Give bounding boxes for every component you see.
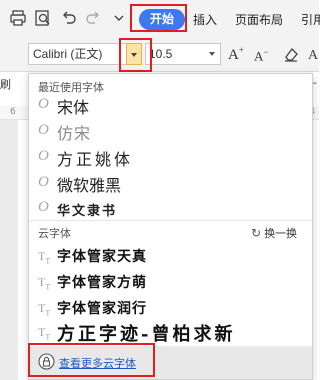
- font-item-label: 方正姚体: [57, 150, 134, 169]
- highlight-box-font-dropdown: [119, 38, 152, 72]
- quick-access-dropdown-icon[interactable]: [110, 9, 128, 27]
- highlight-box-more-fonts: [28, 343, 155, 377]
- font-item-recent[interactable]: O 方正姚体: [29, 145, 312, 169]
- tab-references[interactable]: 引用: [301, 11, 320, 28]
- font-item-label: 仿宋: [57, 124, 92, 143]
- shrink-font-icon: A: [254, 48, 264, 64]
- redo-icon[interactable]: [84, 9, 102, 27]
- font-size-value: 10.5: [149, 47, 173, 61]
- menu-bar: 开始 插入 页面布局 引用: [0, 0, 320, 36]
- font-item-label: 字体管家天真: [57, 249, 147, 265]
- font-item-recent[interactable]: O 微软雅黑: [29, 171, 312, 195]
- shrink-font-button[interactable]: A−: [254, 47, 268, 64]
- font-name-field[interactable]: Calibri (正文): [28, 43, 127, 65]
- opentype-font-icon: O: [38, 199, 49, 215]
- section-divider: [29, 220, 312, 221]
- print-icon[interactable]: [9, 9, 27, 27]
- tab-insert[interactable]: 插入: [193, 11, 217, 28]
- format-painter-label[interactable]: 刷: [0, 76, 11, 92]
- opentype-font-icon: O: [38, 174, 49, 190]
- tab-page-layout[interactable]: 页面布局: [235, 11, 283, 28]
- font-item-recent[interactable]: O 宋体: [29, 93, 312, 117]
- refresh-label: 换一换: [264, 227, 298, 240]
- ruler-mark: 6: [10, 107, 16, 117]
- truetype-font-icon: TT: [38, 249, 51, 266]
- truetype-font-icon: TT: [38, 301, 51, 318]
- undo-icon[interactable]: [60, 9, 78, 27]
- truetype-font-icon: TT: [38, 275, 51, 292]
- font-item-label: 华文隶书: [57, 204, 118, 219]
- font-item-label: 宋体: [57, 98, 90, 117]
- text-style-icon[interactable]: A: [305, 45, 319, 63]
- chevron-down-icon: [209, 52, 215, 56]
- highlight-box-home-tab: [130, 4, 187, 32]
- grow-font-plus: +: [238, 45, 244, 55]
- font-item-cloud[interactable]: TT 字体管家润行: [29, 296, 312, 320]
- font-item-cloud[interactable]: TT 字体管家方萌: [29, 270, 312, 294]
- print-preview-icon[interactable]: [34, 9, 52, 27]
- opentype-font-icon: O: [38, 122, 49, 138]
- svg-text:A: A: [308, 48, 319, 63]
- font-item-label: 字体管家方萌: [57, 275, 147, 291]
- font-item-recent[interactable]: O 华文隶书: [29, 196, 312, 220]
- cloud-fonts-heading: 云字体: [38, 227, 71, 240]
- font-item-label: 微软雅黑: [57, 176, 122, 195]
- opentype-font-icon: O: [38, 148, 49, 164]
- clear-formatting-icon[interactable]: [282, 45, 300, 63]
- grow-font-icon: A: [228, 47, 239, 63]
- truetype-font-icon: TT: [38, 325, 51, 342]
- formatting-toolbar: Calibri (正文) 10.5 A+ A− A: [0, 36, 319, 72]
- font-item-cloud[interactable]: TT 方正字迹-曾柏求新: [29, 320, 312, 345]
- shrink-font-minus: −: [263, 47, 269, 57]
- font-item-recent[interactable]: O 仿宋: [29, 119, 312, 143]
- font-dropdown-panel: 最近使用字体 O 宋体 O 仿宋 O 方正姚体 O 微软雅黑 O 华文隶书 云字…: [28, 73, 313, 380]
- refresh-fonts-button[interactable]: ↻ 换一换: [251, 225, 297, 241]
- refresh-icon: ↻: [251, 226, 262, 240]
- grow-font-button[interactable]: A+: [228, 45, 244, 64]
- font-item-cloud[interactable]: TT 字体管家天真: [29, 244, 312, 268]
- font-size-field[interactable]: 10.5: [145, 43, 221, 65]
- font-item-label: 字体管家润行: [57, 301, 147, 317]
- opentype-font-icon: O: [38, 96, 49, 112]
